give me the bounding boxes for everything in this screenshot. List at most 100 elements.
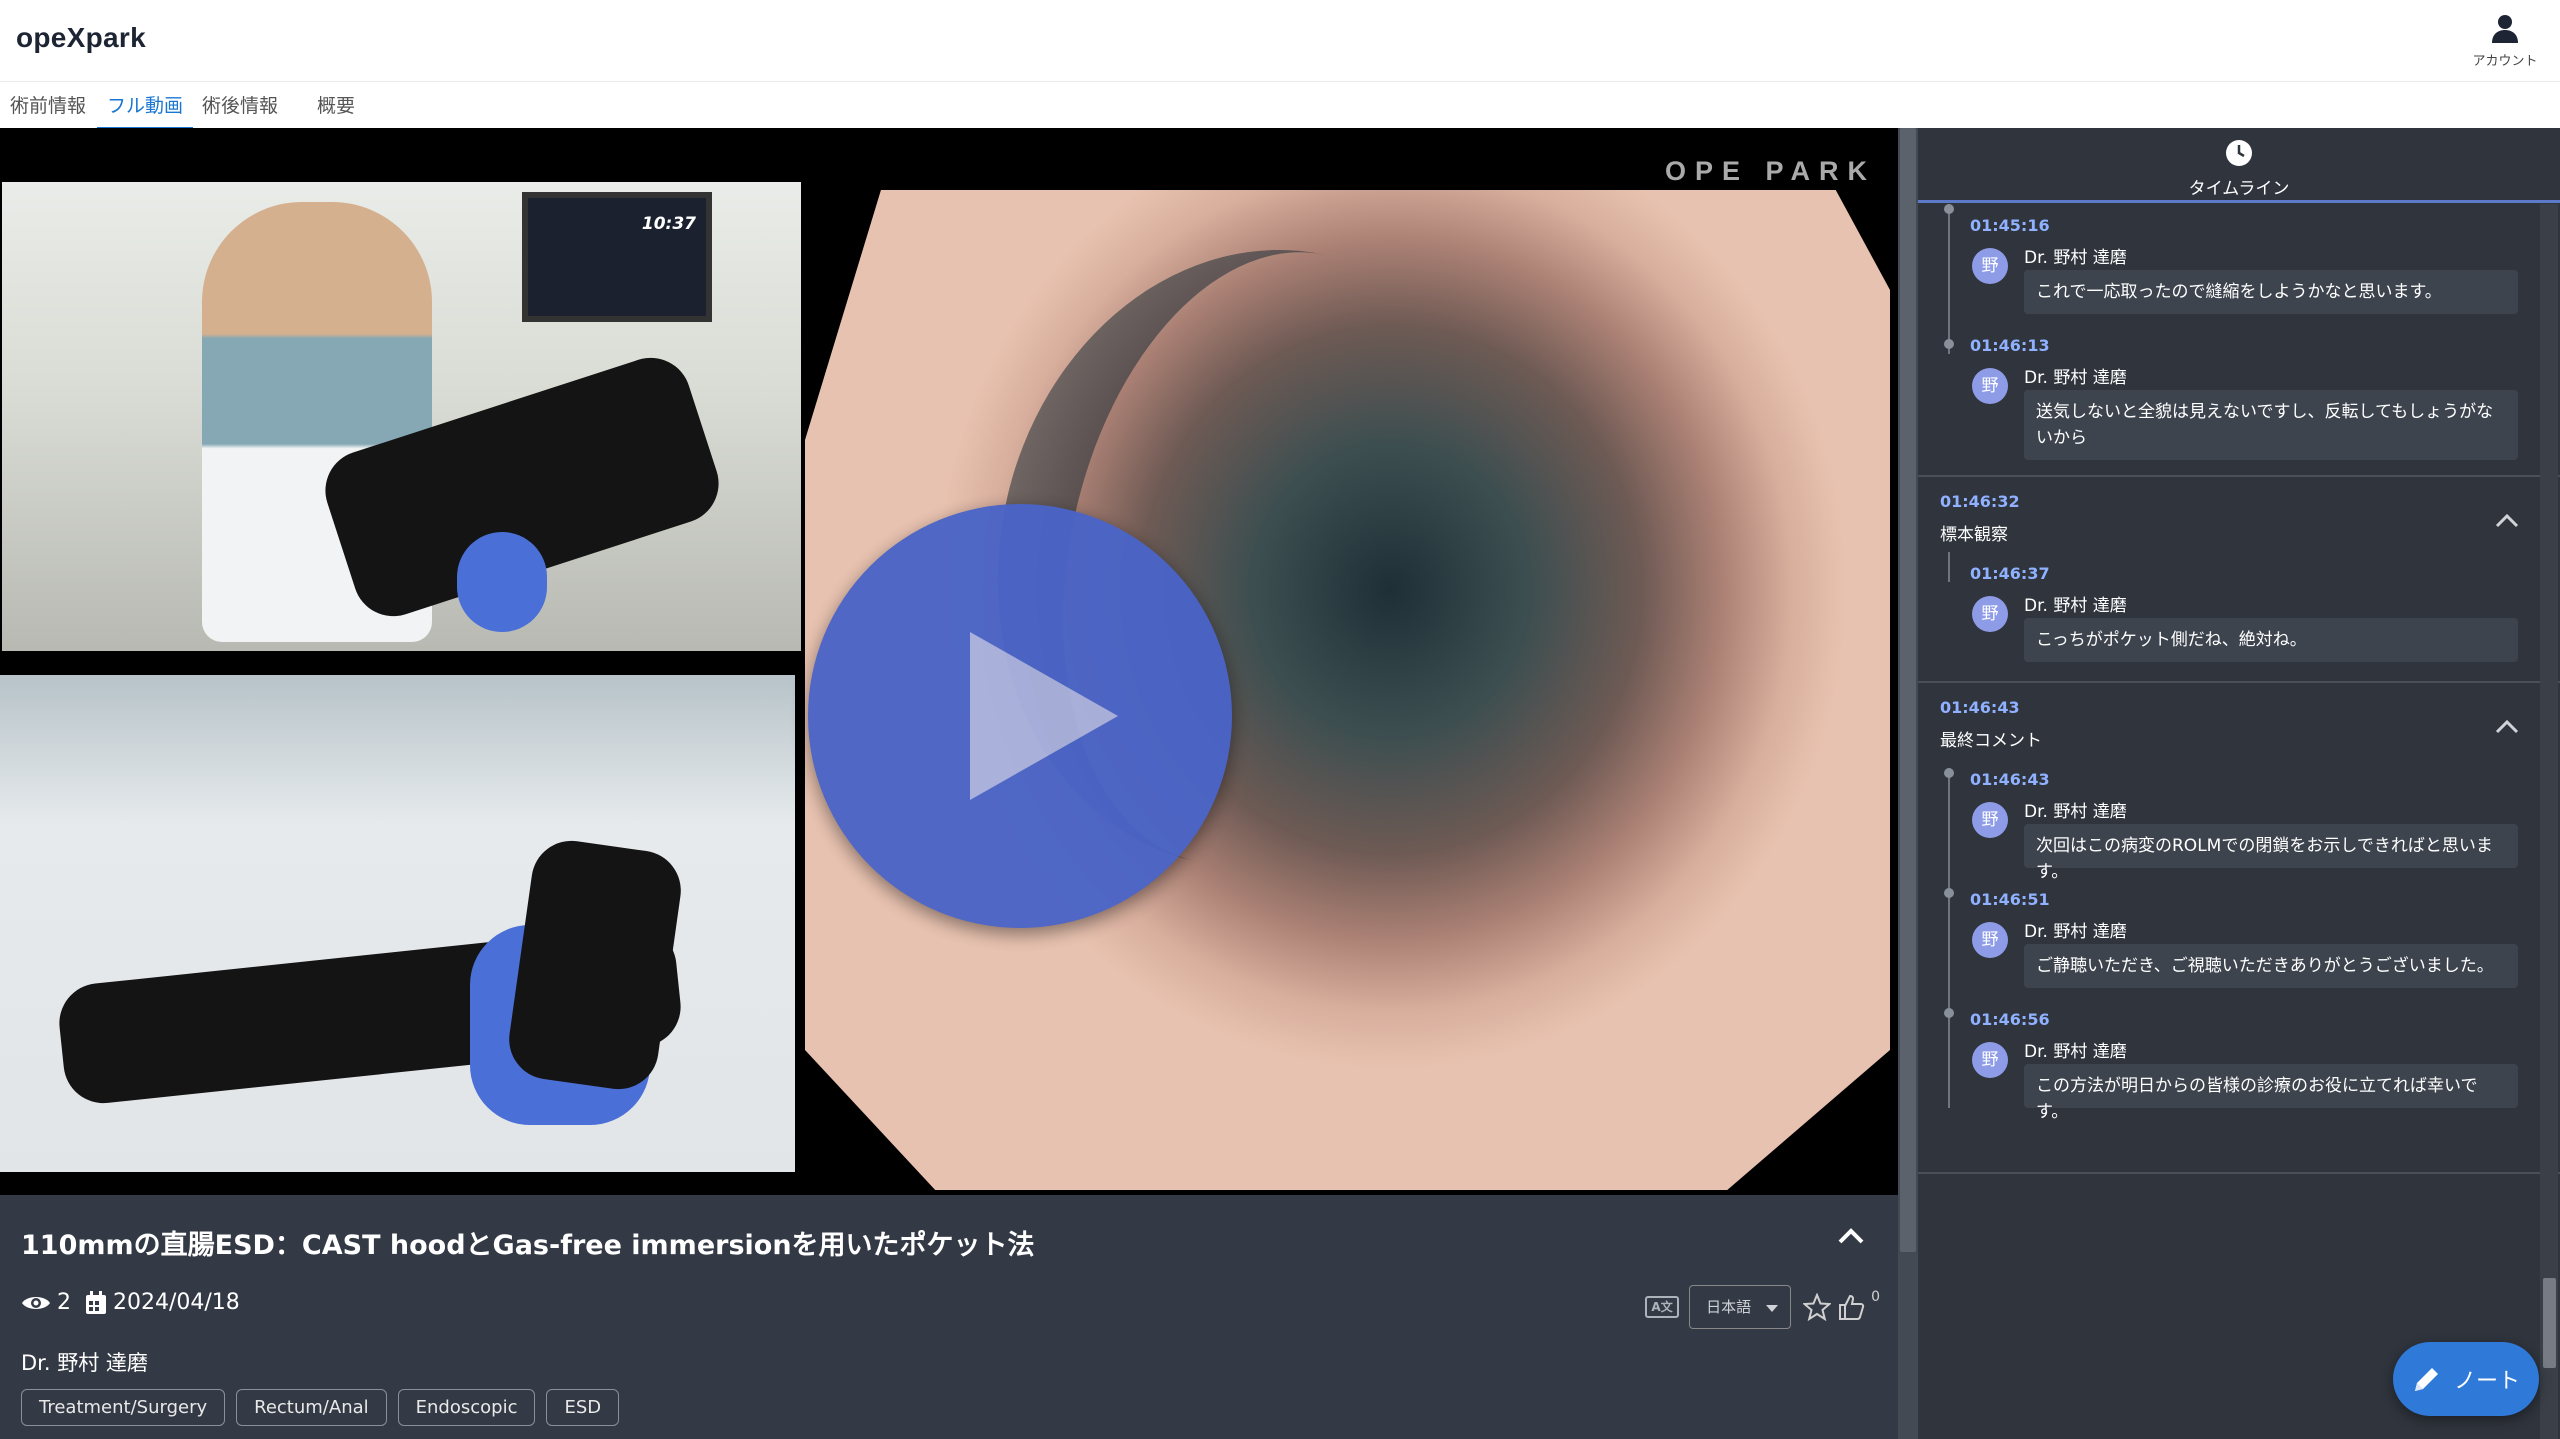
- group-divider: [1918, 1172, 2560, 1174]
- account-label: アカウント: [2472, 54, 2538, 69]
- endoscope-control: [504, 835, 686, 1095]
- timeline-entry[interactable]: 01:46:37 野 Dr. 野村 達磨 こっちがポケット側だね、絶対ね。: [1918, 552, 2538, 682]
- timeline-dot: [1944, 1008, 1954, 1018]
- play-button[interactable]: [808, 504, 1232, 928]
- page-scrollbar-thumb[interactable]: [1900, 128, 1916, 1252]
- group-divider: [1918, 475, 2560, 477]
- timeline-tab-indicator: [1918, 200, 2560, 203]
- room-monitor: 10:37: [522, 192, 712, 322]
- group-collapse-button[interactable]: [2494, 512, 2520, 532]
- timeline-dot: [1944, 888, 1954, 898]
- like-button[interactable]: [1837, 1293, 1865, 1321]
- entry-time[interactable]: 01:45:16: [1970, 216, 2050, 235]
- avatar: 野: [1972, 368, 2008, 404]
- avatar: 野: [1972, 922, 2008, 958]
- group-time[interactable]: 01:46:32: [1940, 492, 2020, 511]
- pencil-icon: [2414, 1368, 2438, 1391]
- timeline-entry[interactable]: 01:46:43 野 Dr. 野村 達磨 次回はこの病変のROLMでの閉鎖をお示…: [1918, 758, 2538, 882]
- thumbs-up-icon: [1839, 1294, 1865, 1320]
- timeline-group: 01:46:43 最終コメント 01:46:43 野 Dr. 野村 達磨 次回は…: [1918, 684, 2538, 1254]
- avatar: 野: [1972, 802, 2008, 838]
- opexpark-watermark: OPE PARK: [1664, 156, 1876, 186]
- entry-time[interactable]: 01:46:13: [1970, 336, 2050, 355]
- chevron-up-icon: [1838, 1228, 1864, 1244]
- entry-author: Dr. 野村 達磨: [2024, 802, 2127, 822]
- video-author[interactable]: Dr. 野村 達磨: [21, 1347, 148, 1377]
- group-time[interactable]: 01:46:43: [1940, 698, 2020, 717]
- entry-time[interactable]: 01:46:51: [1970, 890, 2050, 909]
- timeline-dot: [1944, 204, 1954, 214]
- view-count: 2: [21, 1290, 71, 1315]
- entry-comment: 次回はこの病変のROLMでの閉鎖をお示しできればと思います。: [2024, 824, 2518, 882]
- favorite-button[interactable]: [1803, 1293, 1832, 1321]
- entry-author: Dr. 野村 達磨: [2024, 596, 2127, 616]
- calendar-icon: [86, 1290, 106, 1314]
- tab-full-video[interactable]: フル動画: [96, 84, 194, 130]
- entry-comment: こっちがポケット側だね、絶対ね。: [2024, 618, 2518, 662]
- tag-esd[interactable]: ESD: [546, 1389, 620, 1426]
- avatar: 野: [1972, 1042, 2008, 1078]
- video-player[interactable]: 10:37 OPE PARK: [0, 128, 1898, 1195]
- chevron-up-icon: [2495, 513, 2519, 528]
- room-camera-view: 10:37: [2, 182, 801, 651]
- timeline-sidebar: タイムライン 01:45:16 野 Dr. 野村 達磨 これで一応取ったので縫縮…: [1918, 128, 2560, 1439]
- entry-comment: ご静聴いただき、ご視聴いただきありがとうございました。: [2024, 944, 2518, 988]
- chevron-up-icon: [2495, 719, 2519, 734]
- entry-comment: この方法が明日からの皆様の診療のお役に立てれば幸いです。: [2024, 1064, 2518, 1122]
- video-controls: A文 日本語 0: [1645, 1285, 1880, 1329]
- group-title: 最終コメント: [1940, 731, 2042, 751]
- tag-rectum-anal[interactable]: Rectum/Anal: [236, 1389, 387, 1426]
- timeline-label: タイムライン: [2188, 179, 2290, 199]
- tag-treatment-surgery[interactable]: Treatment/Surgery: [21, 1389, 226, 1426]
- avatar: 野: [1972, 596, 2008, 632]
- timeline-entry[interactable]: 01:46:51 野 Dr. 野村 達磨 ご静聴いただき、ご視聴いただきありがと…: [1918, 878, 2538, 998]
- video-meta: 2 2024/04/18: [21, 1290, 254, 1315]
- entry-comment: これで一応取ったので縫縮をしようかなと思います。: [2024, 270, 2518, 314]
- tag-endoscopic[interactable]: Endoscopic: [397, 1389, 536, 1426]
- eye-icon: [22, 1296, 50, 1309]
- group-collapse-button[interactable]: [2494, 718, 2520, 738]
- entry-author: Dr. 野村 達磨: [2024, 248, 2127, 268]
- like-count: 0: [1871, 1289, 1880, 1305]
- glove: [457, 532, 547, 632]
- entry-comment: 送気しないと全貌は見えないですし、反転してもしょうがないから: [2024, 390, 2518, 460]
- clock-icon: [2226, 140, 2252, 166]
- entry-time[interactable]: 01:46:56: [1970, 1010, 2050, 1029]
- timeline-scrollbar-thumb[interactable]: [2543, 1278, 2556, 1368]
- entry-author: Dr. 野村 達磨: [2024, 1042, 2127, 1062]
- entry-time[interactable]: 01:46:37: [1970, 564, 2050, 583]
- video-info-panel: 110mmの直腸ESD：CAST hoodとGas-free immersion…: [0, 1195, 1898, 1439]
- top-bar: opeXpark アカウント: [0, 0, 2560, 82]
- timeline-entry[interactable]: 01:46:13 野 Dr. 野村 達磨 送気しないと全貌は見えないですし、反転…: [1918, 324, 2538, 474]
- timeline-dot: [1944, 768, 1954, 778]
- entry-author: Dr. 野村 達磨: [2024, 368, 2127, 388]
- timeline-tab[interactable]: タイムライン: [1918, 128, 2560, 201]
- collapse-button[interactable]: [1836, 1225, 1868, 1253]
- publish-date-value: 2024/04/18: [113, 1290, 240, 1315]
- entry-time[interactable]: 01:46:43: [1970, 770, 2050, 789]
- tab-preop-info[interactable]: 術前情報: [10, 84, 86, 128]
- translate-icon[interactable]: A文: [1645, 1296, 1680, 1318]
- publish-date: 2024/04/18: [85, 1290, 240, 1315]
- tab-summary[interactable]: 概要: [317, 84, 355, 128]
- view-count-value: 2: [57, 1290, 71, 1315]
- avatar: 野: [1972, 248, 2008, 284]
- room-monitor-clock: 10:37: [641, 214, 696, 234]
- video-title: 110mmの直腸ESD：CAST hoodとGas-free immersion…: [21, 1230, 1035, 1261]
- timeline-entry[interactable]: 01:46:56 野 Dr. 野村 達磨 この方法が明日からの皆様の診療のお役に…: [1918, 998, 2538, 1122]
- language-select[interactable]: 日本語: [1689, 1285, 1792, 1329]
- entry-author: Dr. 野村 達磨: [2024, 922, 2127, 942]
- user-icon: [2492, 15, 2518, 43]
- app-logo[interactable]: opeXpark: [16, 22, 146, 54]
- tab-postop-info[interactable]: 術後情報: [202, 84, 278, 128]
- tab-bar: 術前情報 フル動画 術後情報 概要: [0, 84, 2560, 130]
- timeline-connector: [1948, 552, 1950, 582]
- group-title: 標本観察: [1940, 525, 2008, 545]
- timeline-entry[interactable]: 01:45:16 野 Dr. 野村 達磨 これで一応取ったので縫縮をしようかなと…: [1918, 204, 2538, 354]
- timeline-scrollbar-track[interactable]: [2540, 204, 2558, 1439]
- note-button[interactable]: ノート: [2393, 1342, 2539, 1416]
- timeline-group: 01:46:32 標本観察 01:46:37 野 Dr. 野村 達磨 こっちがポ…: [1918, 478, 2538, 683]
- account-button[interactable]: アカウント: [2466, 12, 2544, 76]
- note-button-label: ノート: [2453, 1369, 2520, 1394]
- group-divider: [1918, 681, 2560, 683]
